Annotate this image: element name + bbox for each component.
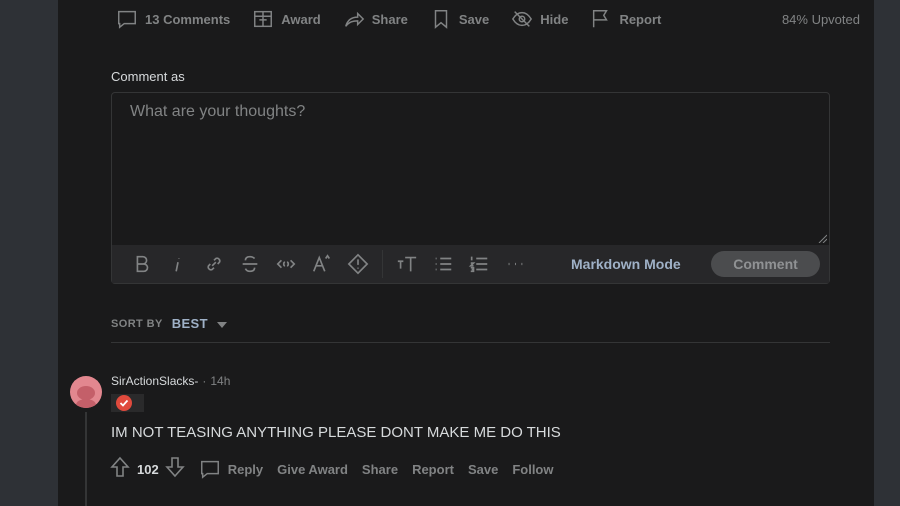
hide-label: Hide xyxy=(540,11,569,27)
comment-share-button[interactable]: Share xyxy=(362,462,398,477)
comments-button[interactable]: 13 Comments xyxy=(116,6,230,32)
share-button[interactable]: Share xyxy=(343,6,408,32)
comment-icon xyxy=(118,10,136,29)
comment-meta: SirActionSlacks- · 14h xyxy=(111,374,230,388)
save-button[interactable]: Save xyxy=(430,6,489,32)
comment-save-button[interactable]: Save xyxy=(468,462,498,477)
editor-toolbar: Markdown Mode Comment xyxy=(112,245,829,283)
checkmark-icon xyxy=(116,395,132,411)
comment-action-bar: 102 Reply Give Award Share Report Save F… xyxy=(108,456,568,482)
downvote-arrow-icon xyxy=(164,456,185,477)
award-label: Award xyxy=(281,11,321,27)
sort-label: SORT BY xyxy=(111,317,163,330)
more-icon xyxy=(508,262,523,266)
link-button[interactable] xyxy=(196,249,232,279)
report-button[interactable]: Report xyxy=(590,6,661,32)
thread-line[interactable] xyxy=(85,412,87,506)
gift-icon xyxy=(254,10,273,28)
upvote-ratio: 84% Upvoted xyxy=(781,12,860,27)
upvote-button[interactable] xyxy=(108,455,132,484)
italic-button[interactable] xyxy=(160,249,196,279)
meta-separator: · xyxy=(202,374,207,388)
inline-code-button[interactable] xyxy=(268,249,304,279)
bulleted-list-button[interactable] xyxy=(425,249,461,279)
sort-divider xyxy=(111,342,830,343)
reply-button[interactable]: Reply xyxy=(199,458,263,480)
italic-icon xyxy=(175,258,180,272)
eye-slash-icon xyxy=(512,11,533,27)
caret-down-icon[interactable] xyxy=(216,321,227,328)
superscript-button[interactable] xyxy=(304,249,340,279)
user-flair xyxy=(111,394,144,412)
strikethrough-button[interactable] xyxy=(232,249,268,279)
bold-icon xyxy=(136,255,149,273)
inline-code-icon xyxy=(276,259,296,269)
comment-author[interactable]: SirActionSlacks- xyxy=(111,374,198,388)
comment-time[interactable]: 14h xyxy=(210,374,230,388)
comment-body: IM NOT TEASING ANYTHING PLEASE DONT MAKE… xyxy=(111,424,561,441)
bulleted-list-icon xyxy=(435,257,452,271)
submit-comment-button[interactable]: Comment xyxy=(711,251,820,277)
award-button[interactable]: Award xyxy=(252,6,321,32)
heading-icon xyxy=(397,256,417,272)
downvote-button[interactable] xyxy=(163,455,187,484)
sort-value[interactable]: BEST xyxy=(172,316,208,331)
superscript-icon xyxy=(312,254,331,272)
bold-button[interactable] xyxy=(124,249,160,279)
toolbar-divider xyxy=(382,250,383,278)
numbered-list-icon xyxy=(468,256,488,273)
markdown-mode-toggle[interactable]: Markdown Mode xyxy=(571,245,681,283)
post-action-bar: 13 Comments Award Share Save Hide Report… xyxy=(116,6,860,32)
spoiler-button[interactable] xyxy=(340,249,376,279)
link-icon xyxy=(207,257,221,271)
strikethrough-icon xyxy=(242,255,258,273)
hide-button[interactable]: Hide xyxy=(511,6,568,32)
comment-as-label: Comment as xyxy=(111,69,185,84)
snoo-avatar-icon xyxy=(76,386,96,408)
sort-control[interactable]: SORT BY BEST xyxy=(111,316,227,331)
resize-grip-icon[interactable] xyxy=(817,233,827,243)
comment-icon xyxy=(200,460,219,479)
comments-count: 13 Comments xyxy=(145,11,231,27)
report-label: Report xyxy=(619,11,662,27)
numbered-list-button[interactable] xyxy=(461,249,497,279)
spoiler-icon xyxy=(347,253,369,275)
comment-score: 102 xyxy=(137,461,159,477)
upvote-arrow-icon xyxy=(110,456,130,477)
comment-editor: Markdown Mode Comment xyxy=(111,92,830,284)
share-icon xyxy=(344,11,364,27)
flag-icon xyxy=(593,10,609,28)
reply-label: Reply xyxy=(227,461,264,477)
avatar[interactable] xyxy=(70,376,102,408)
comment-textarea[interactable] xyxy=(112,93,829,245)
follow-button[interactable]: Follow xyxy=(512,462,553,477)
heading-button[interactable] xyxy=(389,249,425,279)
bookmark-icon xyxy=(434,10,448,29)
save-label: Save xyxy=(458,11,490,27)
share-label: Share xyxy=(371,11,408,27)
comment-report-button[interactable]: Report xyxy=(412,462,454,477)
give-award-button[interactable]: Give Award xyxy=(277,462,348,477)
more-button[interactable] xyxy=(497,249,533,279)
